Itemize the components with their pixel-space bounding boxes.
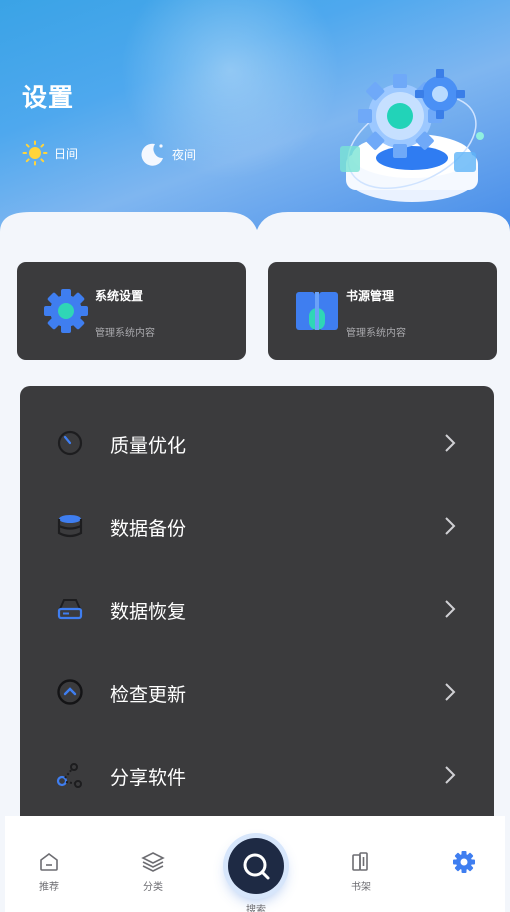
system-settings-subtitle: 管理系统内容 [95, 328, 155, 339]
menu-label-quality: 质量优化 [110, 435, 187, 457]
chevron-right-icon [445, 434, 456, 452]
page-title: 设置 [22, 83, 75, 112]
book-source-icon [296, 292, 338, 330]
sun-icon [22, 140, 48, 166]
tab-label-search: 搜索 [246, 905, 266, 912]
tab-label-bookshelf: 书架 [351, 882, 371, 893]
book-source-subtitle: 管理系统内容 [346, 328, 406, 339]
menu-item-quality[interactable]: 质量优化 [20, 412, 494, 472]
day-mode-toggle[interactable]: 日间 [22, 140, 78, 166]
tab-label-recommend: 推荐 [39, 882, 59, 893]
chevron-right-icon [445, 517, 456, 535]
menu-label-restore: 数据恢复 [110, 601, 187, 623]
menu-item-backup[interactable]: 数据备份 [20, 495, 494, 555]
system-settings-title: 系统设置 [95, 289, 144, 303]
day-mode-label: 日间 [54, 146, 79, 161]
database-icon [57, 515, 83, 538]
tab-search[interactable] [228, 838, 284, 894]
system-settings-card[interactable]: 系统设置 管理系统内容 [17, 262, 246, 360]
share-icon [56, 763, 82, 788]
bookshelf-icon [352, 852, 368, 871]
header-banner: 设置 日间 夜间 [0, 0, 510, 260]
settings-menu: 质量优化 数据备份 数据恢复 检查更新 分享软件 [20, 386, 494, 826]
layers-icon [141, 852, 165, 872]
chevron-right-icon [445, 600, 456, 618]
tab-category[interactable]: 分类 [123, 850, 183, 893]
gears-illustration-icon [340, 69, 484, 202]
home-icon [40, 853, 58, 871]
gear-icon [44, 289, 88, 333]
night-mode-toggle[interactable]: 夜间 [138, 140, 196, 168]
hard-drive-icon [57, 599, 83, 620]
menu-item-update[interactable]: 检查更新 [20, 661, 494, 721]
chevron-right-icon [445, 766, 456, 784]
chevron-right-icon [445, 683, 456, 701]
tab-bookshelf[interactable]: 书架 [331, 850, 391, 893]
update-chevron-icon [57, 679, 83, 705]
tab-label-category: 分类 [143, 882, 163, 893]
menu-item-restore[interactable]: 数据恢复 [20, 578, 494, 638]
settings-icon [453, 851, 475, 873]
book-source-title: 书源管理 [346, 289, 395, 303]
moon-icon [141, 143, 163, 166]
speed-gauge-icon [57, 430, 83, 456]
header-wave [0, 212, 510, 260]
search-icon [243, 853, 270, 880]
tab-recommend[interactable]: 推荐 [19, 850, 79, 893]
menu-label-backup: 数据备份 [110, 518, 187, 540]
tab-settings[interactable] [434, 850, 494, 878]
menu-label-share: 分享软件 [110, 767, 187, 789]
menu-item-share[interactable]: 分享软件 [20, 744, 494, 804]
menu-label-update: 检查更新 [110, 684, 187, 706]
book-source-card[interactable]: 书源管理 管理系统内容 [268, 262, 497, 360]
night-mode-label: 夜间 [172, 147, 197, 162]
